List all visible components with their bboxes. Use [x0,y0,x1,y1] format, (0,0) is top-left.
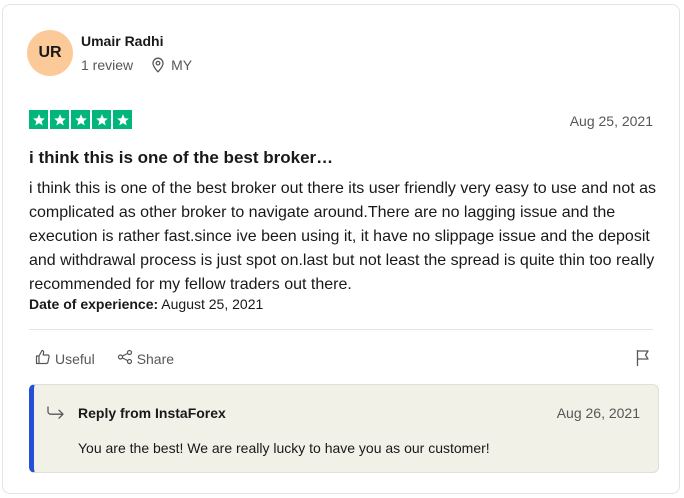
share-icon [117,349,133,368]
star-icon [92,110,111,129]
reply-arrow-icon [47,406,65,425]
divider [29,329,653,330]
thumbs-up-icon [35,349,51,368]
review-title[interactable]: i think this is one of the best broker… [29,148,333,168]
share-button[interactable]: Share [117,349,174,368]
company-reply: Reply from InstaForex Aug 26, 2021 You a… [29,384,659,473]
useful-label: Useful [55,350,95,367]
experience-label: Date of experience: [29,296,159,312]
reviewer-country: MY [171,57,193,73]
star-icon [71,110,90,129]
location-pin-icon [151,57,165,73]
review-count: 1 review [81,57,134,73]
reply-heading: Reply from InstaForex [78,405,226,421]
share-label: Share [136,350,175,367]
date-of-experience: Date of experience: August 25, 2021 [29,296,263,312]
review-body: i think this is one of the best broker o… [29,180,656,293]
star-icon [113,110,132,129]
useful-button[interactable]: Useful [35,349,95,368]
review-card: UR Umair Radhi 1 review MY Aug 25, 2021 … [2,4,680,494]
star-icon [50,110,69,129]
star-icon [29,110,48,129]
review-date: Aug 25, 2021 [569,113,653,129]
experience-date: August 25, 2021 [161,296,264,312]
star-rating [29,110,132,129]
reply-date: Aug 26, 2021 [556,405,640,421]
avatar[interactable]: UR [27,30,73,76]
review-actions: Useful Share [35,349,174,368]
reply-text: You are the best! We are really lucky to… [78,440,490,456]
reviewer-name[interactable]: Umair Radhi [81,33,163,49]
reviewer-meta: 1 review MY [81,57,192,73]
flag-icon[interactable] [635,349,651,372]
